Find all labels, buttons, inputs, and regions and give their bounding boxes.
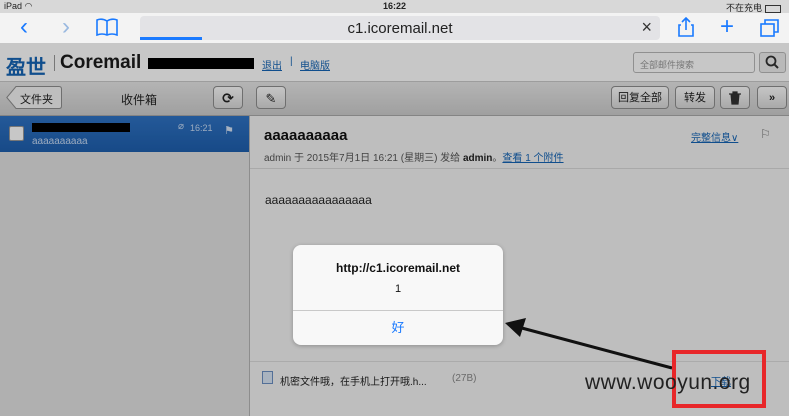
battery-icon bbox=[765, 4, 781, 13]
share-icon[interactable] bbox=[678, 16, 694, 42]
status-time: 16:22 bbox=[382, 1, 407, 11]
alert-title: http://c1.icoremail.net bbox=[335, 261, 461, 275]
bookmarks-icon[interactable] bbox=[96, 17, 118, 41]
modal-backdrop bbox=[0, 43, 789, 416]
url-text: c1.icoremail.net bbox=[347, 20, 453, 37]
charging-status: 不在充电 bbox=[725, 3, 762, 13]
watermark: www.wooyun.org bbox=[585, 371, 751, 394]
alert-ok-button[interactable]: 好 bbox=[293, 311, 503, 345]
tabs-icon[interactable] bbox=[760, 18, 780, 42]
alert-dialog: http://c1.icoremail.net 1 好 bbox=[293, 245, 503, 345]
page-load-progress bbox=[140, 37, 202, 40]
new-tab-icon[interactable]: + bbox=[720, 15, 734, 39]
alert-message: 1 bbox=[394, 283, 402, 295]
forward-icon[interactable]: › bbox=[62, 15, 70, 39]
back-icon[interactable]: ‹ bbox=[20, 15, 28, 39]
clear-url-icon[interactable]: × bbox=[641, 17, 652, 38]
status-bar: iPad ◠ 16:22 不在充电 bbox=[0, 0, 789, 13]
address-bar[interactable]: c1.icoremail.net × bbox=[140, 16, 660, 40]
browser-toolbar: ‹ › c1.icoremail.net × + bbox=[0, 13, 789, 43]
